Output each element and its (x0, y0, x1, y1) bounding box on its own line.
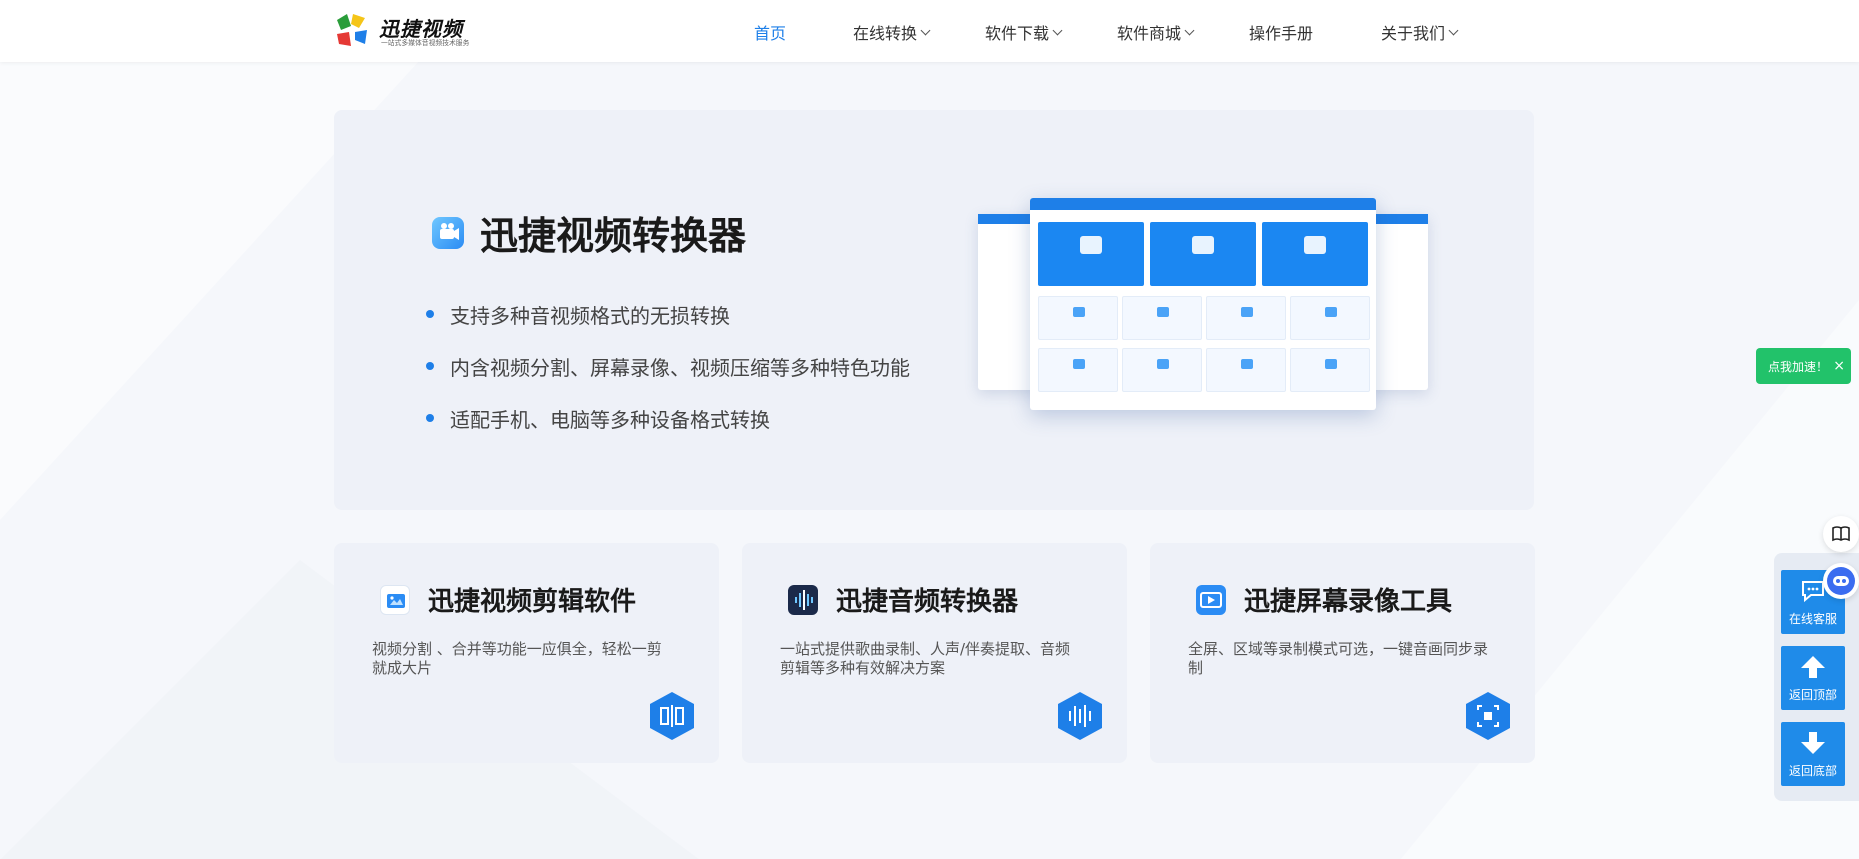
capture-hex-icon (1466, 692, 1510, 740)
product-card-audio-converter[interactable]: 迅捷音频转换器 一站式提供歌曲录制、人声/伴奏提取、音频剪辑等多种有效解决方案 (742, 543, 1127, 763)
card-description: 全屏、区域等录制模式可选，一键音画同步录制 (1188, 640, 1489, 677)
card-description: 视频分割 、合并等功能一应俱全，轻松一剪就成大片 (372, 640, 662, 677)
app-window-back-right (1368, 214, 1428, 390)
product-card-video-editor[interactable]: 迅捷视频剪辑软件 视频分割 、合并等功能一应俱全，轻松一剪就成大片 (334, 543, 719, 763)
assistant-avatar[interactable] (1823, 563, 1859, 599)
back-to-bottom-button[interactable]: 返回底部 (1781, 722, 1845, 786)
list-item: 内含视频分割、屏幕录像、视频压缩等多种特色功能 (426, 340, 910, 392)
product-card-screen-recorder[interactable]: 迅捷屏幕录像工具 全屏、区域等录制模式可选，一键音画同步录制 (1150, 543, 1535, 763)
hero-title: 迅捷视频转换器 (480, 214, 747, 258)
main-nav: 首页 在线转换 软件下载 软件商城 操作手册 关于我们 (0, 0, 1859, 62)
nav-home[interactable]: 首页 (754, 20, 786, 44)
manual-book-button[interactable] (1823, 516, 1859, 552)
hero-heading: 迅捷视频转换器 (432, 205, 746, 260)
list-item: 支持多种音视频格式的无损转换 (426, 288, 910, 340)
nav-online-convert-label: 在线转换 (853, 24, 918, 43)
card-heading: 迅捷视频剪辑软件 (380, 581, 636, 618)
robot-icon (1827, 567, 1855, 595)
nav-about[interactable]: 关于我们 (1381, 20, 1459, 44)
nav-software-download[interactable]: 软件下载 (985, 20, 1063, 44)
hero-banner[interactable]: 迅捷视频转换器 支持多种音视频格式的无损转换 内含视频分割、屏幕录像、视频压缩等… (334, 110, 1534, 510)
card-title: 迅捷屏幕录像工具 (1244, 587, 1453, 617)
nav-manual-label: 操作手册 (1249, 24, 1314, 43)
card-heading: 迅捷屏幕录像工具 (1196, 581, 1452, 618)
bullet-dot-icon (426, 414, 434, 422)
chevron-down-icon (920, 25, 931, 35)
chevron-down-icon (1184, 25, 1195, 35)
arrow-up-icon (1801, 656, 1825, 678)
back-to-top-label: 返回顶部 (1788, 688, 1837, 702)
nav-manual[interactable]: 操作手册 (1249, 20, 1313, 44)
chevron-down-icon (1052, 25, 1063, 35)
bullet-dot-icon (426, 362, 434, 370)
close-icon[interactable]: × (1833, 358, 1845, 374)
nav-about-label: 关于我们 (1381, 24, 1446, 43)
card-description: 一站式提供歌曲录制、人声/伴奏提取、音频剪辑等多种有效解决方案 (780, 640, 1071, 677)
app-window-back-left (978, 214, 1038, 390)
feature-text: 内含视频分割、屏幕录像、视频压缩等多种特色功能 (450, 355, 910, 380)
nav-software-store-label: 软件商城 (1117, 24, 1182, 43)
app-screenshot (978, 198, 1428, 420)
nav-online-convert[interactable]: 在线转换 (853, 20, 931, 44)
audio-hex-icon (1058, 692, 1102, 740)
speedup-toast[interactable]: 点我加速！ × (1756, 348, 1851, 384)
feature-text: 适配手机、电脑等多种设备格式转换 (450, 407, 770, 432)
bullet-dot-icon (426, 310, 434, 318)
list-item: 适配手机、电脑等多种设备格式转换 (426, 392, 910, 444)
toast-text: 点我加速！ (1768, 359, 1829, 374)
split-hex-icon (650, 692, 694, 740)
card-heading: 迅捷音频转换器 (788, 581, 1018, 618)
nav-software-store[interactable]: 软件商城 (1117, 20, 1195, 44)
arrow-down-icon (1801, 732, 1825, 754)
back-to-bottom-label: 返回底部 (1788, 764, 1837, 778)
app-window-front (1030, 198, 1376, 410)
card-title: 迅捷音频转换器 (836, 587, 1019, 617)
online-support-label: 在线客服 (1788, 612, 1837, 626)
card-title: 迅捷视频剪辑软件 (428, 587, 637, 617)
video-converter-icon (432, 216, 464, 249)
nav-software-download-label: 软件下载 (985, 24, 1050, 43)
book-icon (1832, 526, 1850, 542)
screen-record-icon (1196, 584, 1226, 615)
back-to-top-button[interactable]: 返回顶部 (1781, 646, 1845, 710)
feature-list: 支持多种音视频格式的无损转换 内含视频分割、屏幕录像、视频压缩等多种特色功能 适… (426, 288, 910, 444)
nav-home-label: 首页 (754, 24, 787, 43)
feature-text: 支持多种音视频格式的无损转换 (450, 303, 730, 328)
audio-wave-icon (788, 584, 818, 615)
chevron-down-icon (1448, 25, 1459, 35)
site-header: 迅捷视频 一站式多媒体音视频技术服务 首页 在线转换 软件下载 软件商城 操作手… (0, 0, 1859, 62)
video-edit-icon (380, 584, 410, 615)
